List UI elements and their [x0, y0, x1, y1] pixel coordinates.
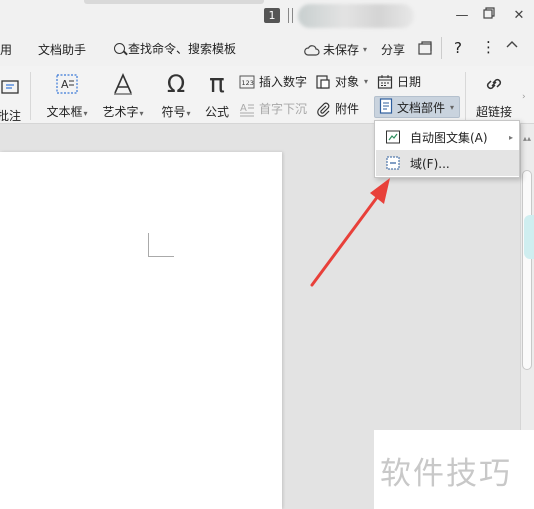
chevron-down-icon: ▾	[186, 109, 191, 118]
field-icon	[385, 155, 401, 171]
title-search-pill	[84, 0, 264, 4]
formula-label: 公式	[204, 105, 229, 119]
symbol-button[interactable]: Ω 符号▾	[157, 70, 195, 120]
minimize-icon[interactable]: —	[452, 6, 472, 26]
watermark-text: 软件技巧	[380, 456, 512, 492]
attachment-label: 附件	[335, 102, 360, 116]
command-search-label: 查找命令、搜索模板	[128, 42, 237, 56]
wordart-label: 艺术字	[102, 105, 139, 119]
symbol-label: 符号	[161, 105, 186, 119]
title-bar: 1 — ✕	[0, 0, 534, 32]
insert-number-button[interactable]: 123 插入数字	[239, 73, 307, 90]
save-status-label: 未保存	[323, 43, 360, 57]
share-button[interactable]: 分享	[381, 41, 405, 58]
doc-parts-button[interactable]: 文档部件 ▾	[374, 96, 460, 118]
autotext-icon	[385, 129, 401, 145]
help-icon[interactable]: ?	[454, 39, 462, 57]
textbox-label: 文本框	[46, 105, 83, 119]
command-search[interactable]: 查找命令、搜索模板	[114, 40, 236, 57]
formula-button[interactable]: π 公式	[202, 69, 232, 120]
page-count-badge: 1	[264, 8, 280, 23]
submenu-arrow-icon: ▸	[508, 132, 513, 142]
drop-cap-icon: A	[239, 101, 255, 117]
menu-item-autotext[interactable]: 自动图文集(A) ▸	[376, 124, 519, 150]
calendar-icon	[377, 74, 393, 90]
document-page[interactable]	[0, 152, 282, 509]
date-button[interactable]: 日期	[377, 73, 421, 90]
search-icon	[114, 43, 125, 54]
doc-parts-icon	[379, 97, 393, 117]
close-icon[interactable]: ✕	[509, 6, 529, 26]
account-avatar[interactable]	[298, 4, 414, 28]
comment-label: 批注	[0, 109, 21, 123]
menu-bar: 用 文档助手 查找命令、搜索模板 未保存 ▾ 分享 ? ⋮	[0, 32, 534, 66]
scroll-up-icon[interactable]: ▴▴	[523, 134, 531, 143]
field-label: 域(F)...	[410, 156, 450, 171]
wordart-button[interactable]: 艺术字▾	[98, 70, 148, 120]
chevron-down-icon: ▾	[364, 77, 369, 86]
comment-icon	[0, 74, 24, 102]
cloud-icon	[304, 44, 320, 56]
chevron-down-icon: ▾	[139, 109, 144, 118]
svg-text:A: A	[240, 103, 247, 114]
doc-parts-menu: 自动图文集(A) ▸ 域(F)...	[374, 120, 520, 178]
margin-corner-mark	[148, 233, 174, 257]
object-label: 对象	[335, 75, 360, 89]
chevron-down-icon: ▾	[450, 102, 455, 112]
scrollbar-thumb[interactable]	[522, 170, 532, 370]
title-separator	[288, 8, 289, 23]
textbox-icon: A	[42, 70, 92, 98]
save-status-button[interactable]: 未保存 ▾	[304, 41, 367, 58]
attachment-button[interactable]: 附件	[315, 100, 359, 117]
insert-number-label: 插入数字	[259, 75, 308, 89]
tab-doc-assistant[interactable]: 文档助手	[38, 41, 86, 58]
hyperlink-button[interactable]: 超链接	[472, 70, 516, 120]
textbox-button[interactable]: A 文本框▾	[42, 70, 92, 120]
number-icon: 123	[239, 74, 255, 90]
doc-parts-label: 文档部件	[397, 100, 446, 115]
link-icon	[472, 70, 516, 98]
drop-cap-button[interactable]: A 首字下沉	[239, 100, 307, 117]
svg-text:123: 123	[242, 79, 254, 87]
title-separator	[292, 8, 293, 23]
ribbon-scroll-right-icon[interactable]: ›	[522, 92, 526, 102]
object-icon	[315, 74, 331, 90]
comment-button[interactable]: 批注	[0, 4, 24, 124]
chevron-down-icon: ▾	[363, 45, 368, 54]
pi-icon: π	[209, 69, 225, 99]
menu-divider	[441, 37, 442, 59]
drop-cap-label: 首字下沉	[259, 102, 308, 116]
omega-icon: Ω	[166, 70, 186, 98]
wordart-icon	[98, 70, 148, 98]
date-label: 日期	[397, 75, 422, 89]
svg-text:A: A	[61, 78, 69, 91]
ribbon-divider	[465, 72, 466, 120]
object-button[interactable]: 对象 ▾	[315, 73, 368, 90]
collapse-ribbon-icon[interactable]	[505, 37, 519, 54]
chevron-down-icon: ▾	[83, 109, 88, 118]
hyperlink-label: 超链接	[475, 105, 512, 119]
ribbon-divider	[30, 72, 31, 120]
autotext-label: 自动图文集(A)	[410, 130, 488, 145]
restore-icon[interactable]	[479, 6, 499, 26]
menu-item-field[interactable]: 域(F)...	[376, 150, 519, 176]
side-panel-handle[interactable]	[524, 215, 534, 259]
paperclip-icon	[315, 101, 331, 117]
collab-icon[interactable]	[417, 40, 433, 59]
more-options-icon[interactable]: ⋮	[481, 38, 496, 56]
